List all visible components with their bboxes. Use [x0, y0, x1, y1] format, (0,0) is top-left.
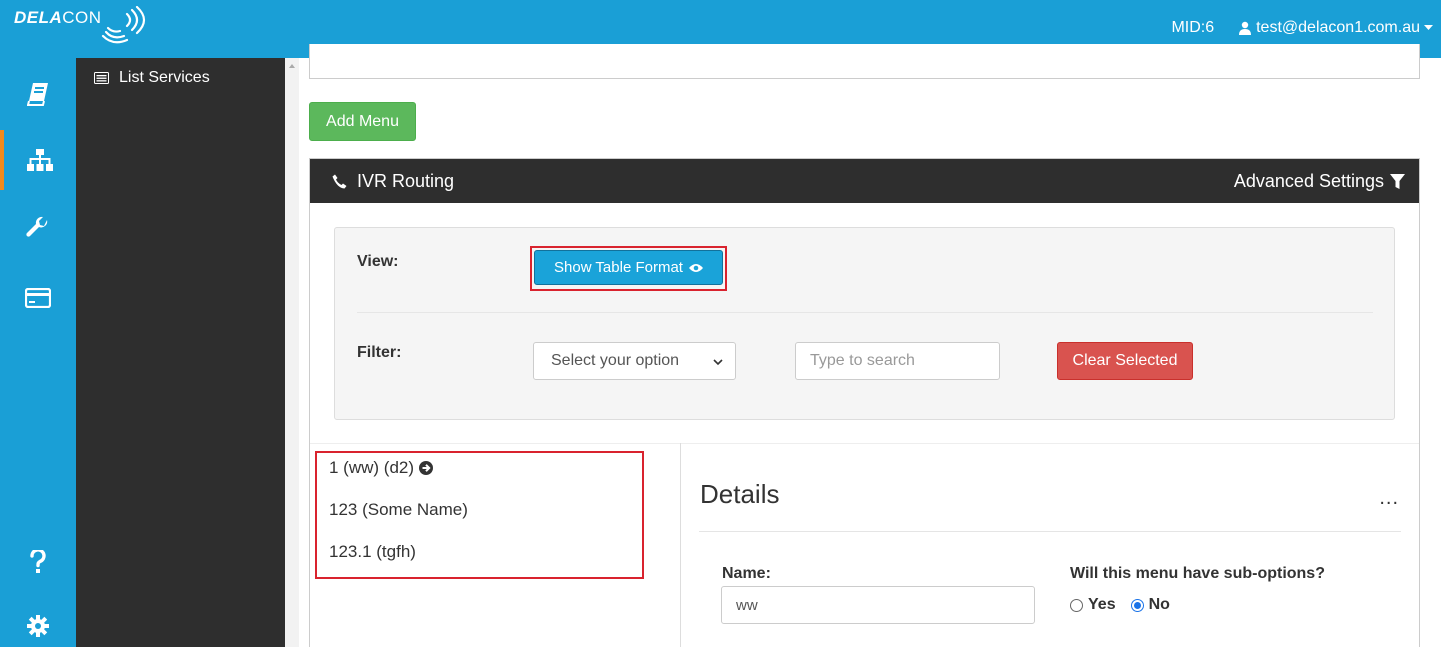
- advanced-settings-toggle[interactable]: Advanced Settings: [1234, 171, 1405, 192]
- filter-select[interactable]: Select your option: [533, 342, 736, 380]
- sub-sidebar: List Services: [76, 58, 285, 647]
- view-label: View:: [357, 253, 399, 270]
- column-divider: [680, 443, 681, 647]
- details-title: Details: [700, 479, 780, 509]
- brand-logo[interactable]: DELACON: [14, 8, 102, 28]
- previous-field[interactable]: [309, 44, 1420, 79]
- scrollbar[interactable]: [285, 58, 299, 647]
- sidebar-item-list-services[interactable]: List Services: [94, 69, 210, 87]
- nav-tools[interactable]: [0, 198, 76, 258]
- name-label: Name:: [722, 565, 771, 582]
- clear-selected-button[interactable]: Clear Selected: [1057, 342, 1193, 380]
- nav-book[interactable]: [0, 64, 76, 124]
- no-radio[interactable]: [1130, 598, 1144, 612]
- user-icon: [1239, 21, 1252, 35]
- arrow-circle-right-icon: [419, 461, 434, 475]
- nav-settings[interactable]: [0, 596, 76, 647]
- help-icon: [30, 550, 46, 573]
- caret-down-icon: [1424, 25, 1433, 30]
- logo-waves-icon: [101, 6, 146, 44]
- divider: [699, 531, 1401, 532]
- tree-item[interactable]: 1 (ww) (d2): [329, 458, 434, 478]
- yes-label: Yes: [1088, 596, 1116, 613]
- divider: [357, 312, 1373, 313]
- user-email: test@delacon1.com.au: [1256, 19, 1420, 36]
- book-icon: [27, 83, 48, 106]
- yes-radio[interactable]: [1070, 598, 1083, 612]
- panel-header: IVR Routing Advanced Settings: [310, 159, 1419, 203]
- icon-navbar: [0, 58, 76, 647]
- tree-item[interactable]: 123.1 (tgfh): [329, 542, 416, 562]
- nav-help[interactable]: [0, 532, 76, 592]
- phone-icon: [332, 174, 347, 189]
- scroll-up-arrow[interactable]: [289, 64, 295, 68]
- section-divider: [310, 443, 1419, 444]
- name-input[interactable]: [721, 586, 1035, 624]
- credit-card-icon: [25, 288, 51, 308]
- suboptions-label: Will this menu have sub-options?: [1070, 565, 1325, 582]
- list-icon: [94, 72, 109, 84]
- gear-icon: [27, 615, 49, 637]
- eye-icon: [688, 263, 703, 272]
- chevron-down-icon: [713, 359, 723, 366]
- merchant-id: MID:6: [1171, 19, 1215, 36]
- menu-tree: 1 (ww) (d2) 123 (Some Name) 123.1 (tgfh): [315, 451, 644, 579]
- sidebar-item-label: List Services: [119, 69, 210, 86]
- wrench-icon: [26, 216, 48, 237]
- view-filter-box: View: Show Table Format Filter: Select y…: [334, 227, 1395, 420]
- suboptions-radio-group: Yes No: [1070, 596, 1170, 614]
- tree-item[interactable]: 123 (Some Name): [329, 500, 468, 520]
- show-table-format-button[interactable]: Show Table Format: [534, 250, 723, 285]
- more-options-button[interactable]: ...: [1379, 487, 1399, 510]
- filter-icon: [1390, 173, 1405, 189]
- search-input[interactable]: [795, 342, 1000, 380]
- no-label: No: [1148, 596, 1170, 613]
- nav-billing[interactable]: [0, 268, 76, 328]
- panel-title: IVR Routing: [332, 171, 454, 192]
- filter-label: Filter:: [357, 344, 402, 361]
- sitemap-icon: [27, 149, 53, 171]
- nav-sitemap[interactable]: [0, 130, 76, 190]
- user-menu[interactable]: test@delacon1.com.au: [1238, 19, 1433, 37]
- ivr-routing-panel: IVR Routing Advanced Settings View: Show…: [309, 158, 1420, 647]
- add-menu-button[interactable]: Add Menu: [309, 102, 416, 141]
